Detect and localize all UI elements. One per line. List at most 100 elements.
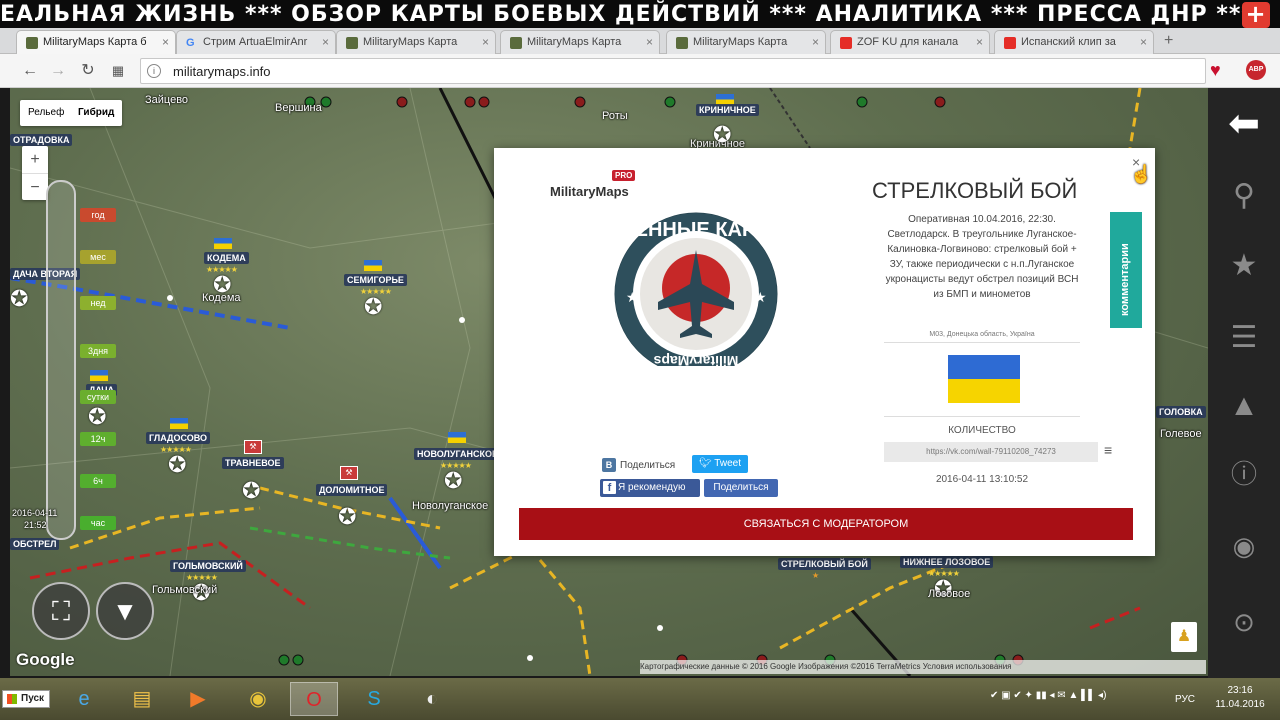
ukraine-flag-icon[interactable] bbox=[448, 432, 466, 443]
ukraine-flag-icon[interactable] bbox=[170, 418, 188, 429]
close-tab-icon[interactable]: × bbox=[976, 35, 983, 49]
location-pin-icon[interactable]: ⚲ bbox=[1224, 176, 1264, 216]
adblock-icon[interactable]: ABP bbox=[1246, 60, 1266, 80]
source-link[interactable]: https://vk.com/wall-79110208_74273 bbox=[884, 442, 1098, 462]
star-marker-icon[interactable]: ✪ bbox=[10, 286, 28, 312]
lpr-flag-icon[interactable]: ⚒ bbox=[340, 466, 358, 480]
map-marker-label[interactable]: ГЛАДОСОВО bbox=[146, 432, 210, 444]
close-tab-icon[interactable]: × bbox=[482, 35, 489, 49]
timeline-month[interactable]: мес bbox=[80, 250, 116, 264]
zoom-in-button[interactable]: + bbox=[22, 146, 48, 173]
obs-icon[interactable]: ◐ bbox=[408, 682, 456, 716]
forward-icon[interactable]: → bbox=[48, 61, 68, 81]
tab-militarymaps-4[interactable]: MilitaryMaps Карта × bbox=[666, 30, 826, 54]
reload-icon[interactable]: ↻ bbox=[78, 61, 98, 81]
timeline-year[interactable]: год bbox=[80, 208, 116, 222]
timeline-3days[interactable]: 3дня bbox=[80, 344, 116, 358]
vk-share-button[interactable]: В Поделиться bbox=[602, 458, 675, 472]
map-marker-label[interactable]: СТРЕЛКОВЫЙ БОЙ bbox=[778, 558, 871, 570]
tab-stream[interactable]: G Стрим ArtuaElmirAnr × bbox=[176, 30, 336, 54]
add-button[interactable]: + bbox=[1242, 2, 1270, 28]
tab-militarymaps-2[interactable]: MilitaryMaps Карта × bbox=[336, 30, 496, 54]
star-marker-icon[interactable]: ✪ bbox=[168, 452, 186, 478]
star-marker-icon[interactable]: ✪ bbox=[88, 404, 106, 430]
skype-icon[interactable]: S bbox=[350, 682, 398, 716]
star-marker-icon[interactable]: ✪ bbox=[364, 294, 382, 320]
timeline-week[interactable]: нед bbox=[80, 296, 116, 310]
new-tab-icon[interactable]: + bbox=[1164, 32, 1173, 50]
map-marker-label[interactable]: ДОЛОМИТНОЕ bbox=[316, 484, 388, 496]
map-marker-label[interactable]: ГОЛЬМОВСКИЙ bbox=[170, 560, 246, 572]
star-marker-icon[interactable]: ✪ bbox=[444, 468, 462, 494]
internet-explorer-icon[interactable]: e bbox=[60, 682, 108, 716]
back-arrow-icon[interactable]: ⬅ bbox=[1224, 104, 1264, 144]
heart-extension-icon[interactable]: ♥ bbox=[1210, 60, 1221, 81]
tab-militarymaps-3[interactable]: MilitaryMaps Карта × bbox=[500, 30, 660, 54]
timeline-6h[interactable]: 6ч bbox=[80, 474, 116, 488]
hybrid-button[interactable]: Гибрид bbox=[78, 107, 114, 118]
chrome-icon[interactable]: ◉ bbox=[234, 682, 282, 716]
file-explorer-icon[interactable]: ▤ bbox=[118, 682, 166, 716]
ukraine-flag-icon[interactable] bbox=[214, 238, 232, 249]
star-marker-icon[interactable]: ✪ bbox=[713, 122, 731, 148]
map-marker-label[interactable]: НИЖНЕЕ ЛОЗОВОЕ bbox=[900, 556, 994, 568]
facebook-share-button[interactable]: Поделиться bbox=[704, 479, 778, 497]
tab-youtube-2[interactable]: Испанский клип за × bbox=[994, 30, 1154, 54]
map-attribution[interactable]: Картографические данные © 2016 Google Из… bbox=[640, 660, 1206, 674]
russia-flag-icon[interactable]: ◉ bbox=[1224, 526, 1264, 566]
system-tray[interactable]: ✔ ▣ ✔ ✦ ▮▮ ◂ ✉ ▲ ▌▌ ◂) bbox=[990, 690, 1106, 701]
event-title: СТРЕЛКОВЫЙ БОЙ bbox=[872, 178, 1078, 203]
taskbar: Пуск e ▤ ▶ ◉ O S ◐ ✔ ▣ ✔ ✦ ▮▮ ◂ ✉ ▲ ▌▌ ◂… bbox=[0, 678, 1280, 720]
comments-tab[interactable]: комментарии bbox=[1110, 212, 1142, 328]
info-icon[interactable]: ⓘ bbox=[1224, 454, 1264, 494]
scroll-down-button[interactable]: ▼ bbox=[96, 582, 154, 640]
list-icon[interactable]: ☰ bbox=[1224, 318, 1264, 358]
lpr-flag-icon[interactable]: ⚒ bbox=[244, 440, 262, 454]
settings-icon[interactable]: ⊙ bbox=[1224, 602, 1264, 642]
menu-icon[interactable]: ≡ bbox=[1104, 442, 1112, 458]
map-marker-label[interactable]: ОБСТРЕЛ bbox=[10, 538, 60, 550]
zoom-out-button[interactable]: − bbox=[22, 173, 48, 200]
map-marker-label[interactable]: СЕМИГОРЬЕ bbox=[344, 274, 407, 286]
close-tab-icon[interactable]: × bbox=[646, 35, 653, 49]
start-button[interactable]: Пуск bbox=[2, 690, 50, 708]
pegman-icon[interactable]: ♟ bbox=[1171, 622, 1197, 652]
map-marker-label[interactable]: НОВОЛУГАНСКОЕ bbox=[414, 448, 501, 460]
timeline-12h[interactable]: 12ч bbox=[80, 432, 116, 446]
map-marker-label[interactable]: КОДЕМА bbox=[204, 252, 249, 264]
timeline-hour[interactable]: час bbox=[80, 516, 116, 530]
relief-button[interactable]: Рельеф bbox=[28, 107, 64, 118]
timeline-slider[interactable] bbox=[46, 180, 76, 540]
back-icon[interactable]: ← bbox=[20, 61, 40, 81]
close-tab-icon[interactable]: × bbox=[162, 35, 169, 49]
close-tab-icon[interactable]: × bbox=[1140, 35, 1147, 49]
facebook-recommend-button[interactable]: fЯ рекомендую bbox=[600, 479, 700, 497]
ukraine-flag-icon[interactable] bbox=[364, 260, 382, 271]
tweet-button[interactable]: 🐦︎ Tweet bbox=[692, 455, 748, 473]
map-marker-label[interactable]: ОТРАДОВКА bbox=[10, 134, 73, 146]
map-marker-label[interactable]: КРИНИЧНОЕ bbox=[696, 104, 759, 116]
close-tab-icon[interactable]: × bbox=[322, 35, 329, 49]
apps-grid-icon[interactable]: ▦ bbox=[108, 61, 128, 81]
page-info-icon[interactable]: i bbox=[147, 64, 161, 78]
compass-icon[interactable]: ▲ bbox=[1224, 386, 1264, 426]
star-icon[interactable]: ★ bbox=[1224, 246, 1264, 286]
map-marker-label[interactable]: ГОЛОВКА bbox=[1156, 406, 1206, 418]
language-indicator[interactable]: РУС bbox=[1175, 694, 1195, 705]
divider bbox=[884, 416, 1080, 417]
tab-youtube-1[interactable]: ZOF KU для канала × bbox=[830, 30, 990, 54]
star-marker-icon[interactable]: ✪ bbox=[242, 478, 260, 504]
map-marker-label[interactable]: ТРАВНЕВОЕ bbox=[222, 457, 284, 469]
url-input[interactable]: i militarymaps.info bbox=[140, 58, 1206, 84]
close-tab-icon[interactable]: × bbox=[812, 35, 819, 49]
star-marker-icon[interactable]: ✪ bbox=[338, 504, 356, 530]
media-player-icon[interactable]: ▶ bbox=[174, 682, 222, 716]
tab-militarymaps-1[interactable]: MilitaryMaps Карта б × bbox=[16, 30, 176, 54]
fullscreen-button[interactable]: ⛶ bbox=[32, 582, 90, 640]
windows-logo-icon bbox=[7, 694, 17, 704]
opera-icon[interactable]: O bbox=[290, 682, 338, 716]
clock[interactable]: 23:16 11.04.2016 bbox=[1210, 684, 1270, 712]
ukraine-flag-icon[interactable] bbox=[90, 370, 108, 381]
timeline-day[interactable]: сутки bbox=[80, 390, 116, 404]
contact-moderator-button[interactable]: СВЯЗАТЬСЯ С МОДЕРАТОРОМ bbox=[519, 508, 1133, 540]
